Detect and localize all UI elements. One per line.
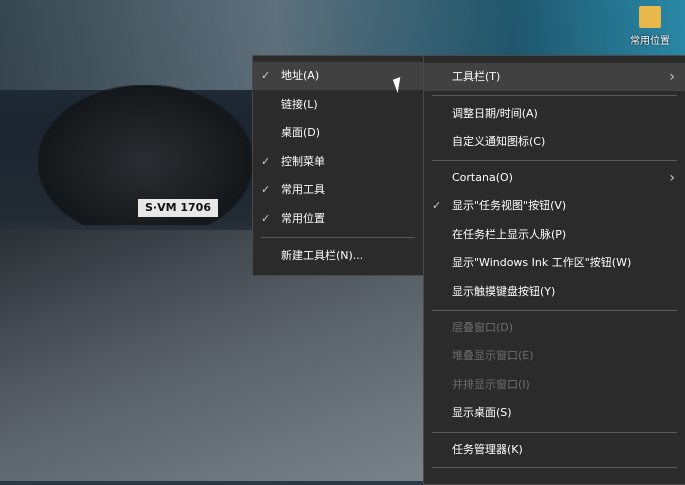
item-label: 自定义通知图标(C) — [452, 135, 546, 148]
menu-item-adjust-datetime[interactable]: 调整日期/时间(A) — [424, 100, 685, 128]
submenu-item-links[interactable]: 链接(L) — [253, 91, 423, 119]
chevron-right-icon: › — [669, 69, 675, 85]
taskbar-context-menu: 工具栏(T) › 调整日期/时间(A) 自定义通知图标(C) Cortana(O)… — [423, 55, 685, 485]
separator — [261, 237, 415, 238]
menu-item-show-desktop[interactable]: 显示桌面(S) — [424, 399, 685, 427]
item-label: 地址(A) — [281, 69, 320, 82]
item-label: 常用位置 — [281, 212, 325, 225]
menu-item-task-manager[interactable]: 任务管理器(K) — [424, 436, 685, 464]
menu-item-toolbars[interactable]: 工具栏(T) › — [424, 63, 685, 91]
separator — [432, 95, 677, 96]
separator — [432, 432, 677, 433]
menu-item-notification-icons[interactable]: 自定义通知图标(C) — [424, 128, 685, 156]
chevron-right-icon: › — [669, 170, 675, 186]
menu-item-side-by-side: 并排显示窗口(I) — [424, 371, 685, 399]
item-label: Cortana(O) — [452, 171, 513, 184]
item-label: 工具栏(T) — [452, 70, 501, 83]
submenu-item-common-tools[interactable]: ✓ 常用工具 — [253, 176, 423, 204]
menu-item-task-view[interactable]: ✓ 显示"任务视图"按钮(V) — [424, 192, 685, 220]
submenu-item-desktop[interactable]: 桌面(D) — [253, 119, 423, 147]
folder-icon — [639, 6, 661, 28]
menu-item-touch-keyboard[interactable]: 显示触摸键盘按钮(Y) — [424, 278, 685, 306]
item-label: 调整日期/时间(A) — [452, 107, 538, 120]
check-icon: ✓ — [261, 69, 271, 82]
desktop-folder-shortcut[interactable]: 常用位置 — [620, 0, 680, 52]
separator — [432, 310, 677, 311]
item-label: 常用工具 — [281, 183, 325, 196]
item-label: 新建工具栏(N)... — [281, 249, 364, 262]
item-label: 显示桌面(S) — [452, 406, 512, 419]
menu-item-people[interactable]: 在任务栏上显示人脉(P) — [424, 221, 685, 249]
item-label: 在任务栏上显示人脉(P) — [452, 228, 567, 241]
item-label: 显示触摸键盘按钮(Y) — [452, 285, 556, 298]
check-icon: ✓ — [261, 183, 271, 196]
separator — [432, 467, 677, 468]
separator — [432, 160, 677, 161]
item-label: 链接(L) — [281, 98, 318, 111]
check-icon: ✓ — [261, 155, 271, 168]
item-label: 控制菜单 — [281, 155, 325, 168]
item-label: 任务管理器(K) — [452, 443, 523, 456]
menu-item-cortana[interactable]: Cortana(O) › — [424, 164, 685, 192]
submenu-item-control-menu[interactable]: ✓ 控制菜单 — [253, 148, 423, 176]
check-icon: ✓ — [432, 199, 442, 212]
item-label: 显示"Windows Ink 工作区"按钮(W) — [452, 256, 632, 269]
submenu-item-new-toolbar[interactable]: 新建工具栏(N)... — [253, 242, 423, 270]
menu-item-cascade: 层叠窗口(D) — [424, 314, 685, 342]
item-label: 层叠窗口(D) — [452, 321, 514, 334]
check-icon: ✓ — [261, 212, 271, 225]
desktop-icon-label: 常用位置 — [630, 36, 670, 47]
menu-item-windows-ink[interactable]: 显示"Windows Ink 工作区"按钮(W) — [424, 249, 685, 277]
item-label: 并排显示窗口(I) — [452, 378, 530, 391]
menu-item-stack: 堆叠显示窗口(E) — [424, 342, 685, 370]
submenu-item-common-places[interactable]: ✓ 常用位置 — [253, 205, 423, 233]
item-label: 堆叠显示窗口(E) — [452, 349, 534, 362]
item-label: 桌面(D) — [281, 126, 321, 139]
item-label: 显示"任务视图"按钮(V) — [452, 199, 567, 212]
license-plate: S·VM 1706 — [138, 199, 218, 217]
